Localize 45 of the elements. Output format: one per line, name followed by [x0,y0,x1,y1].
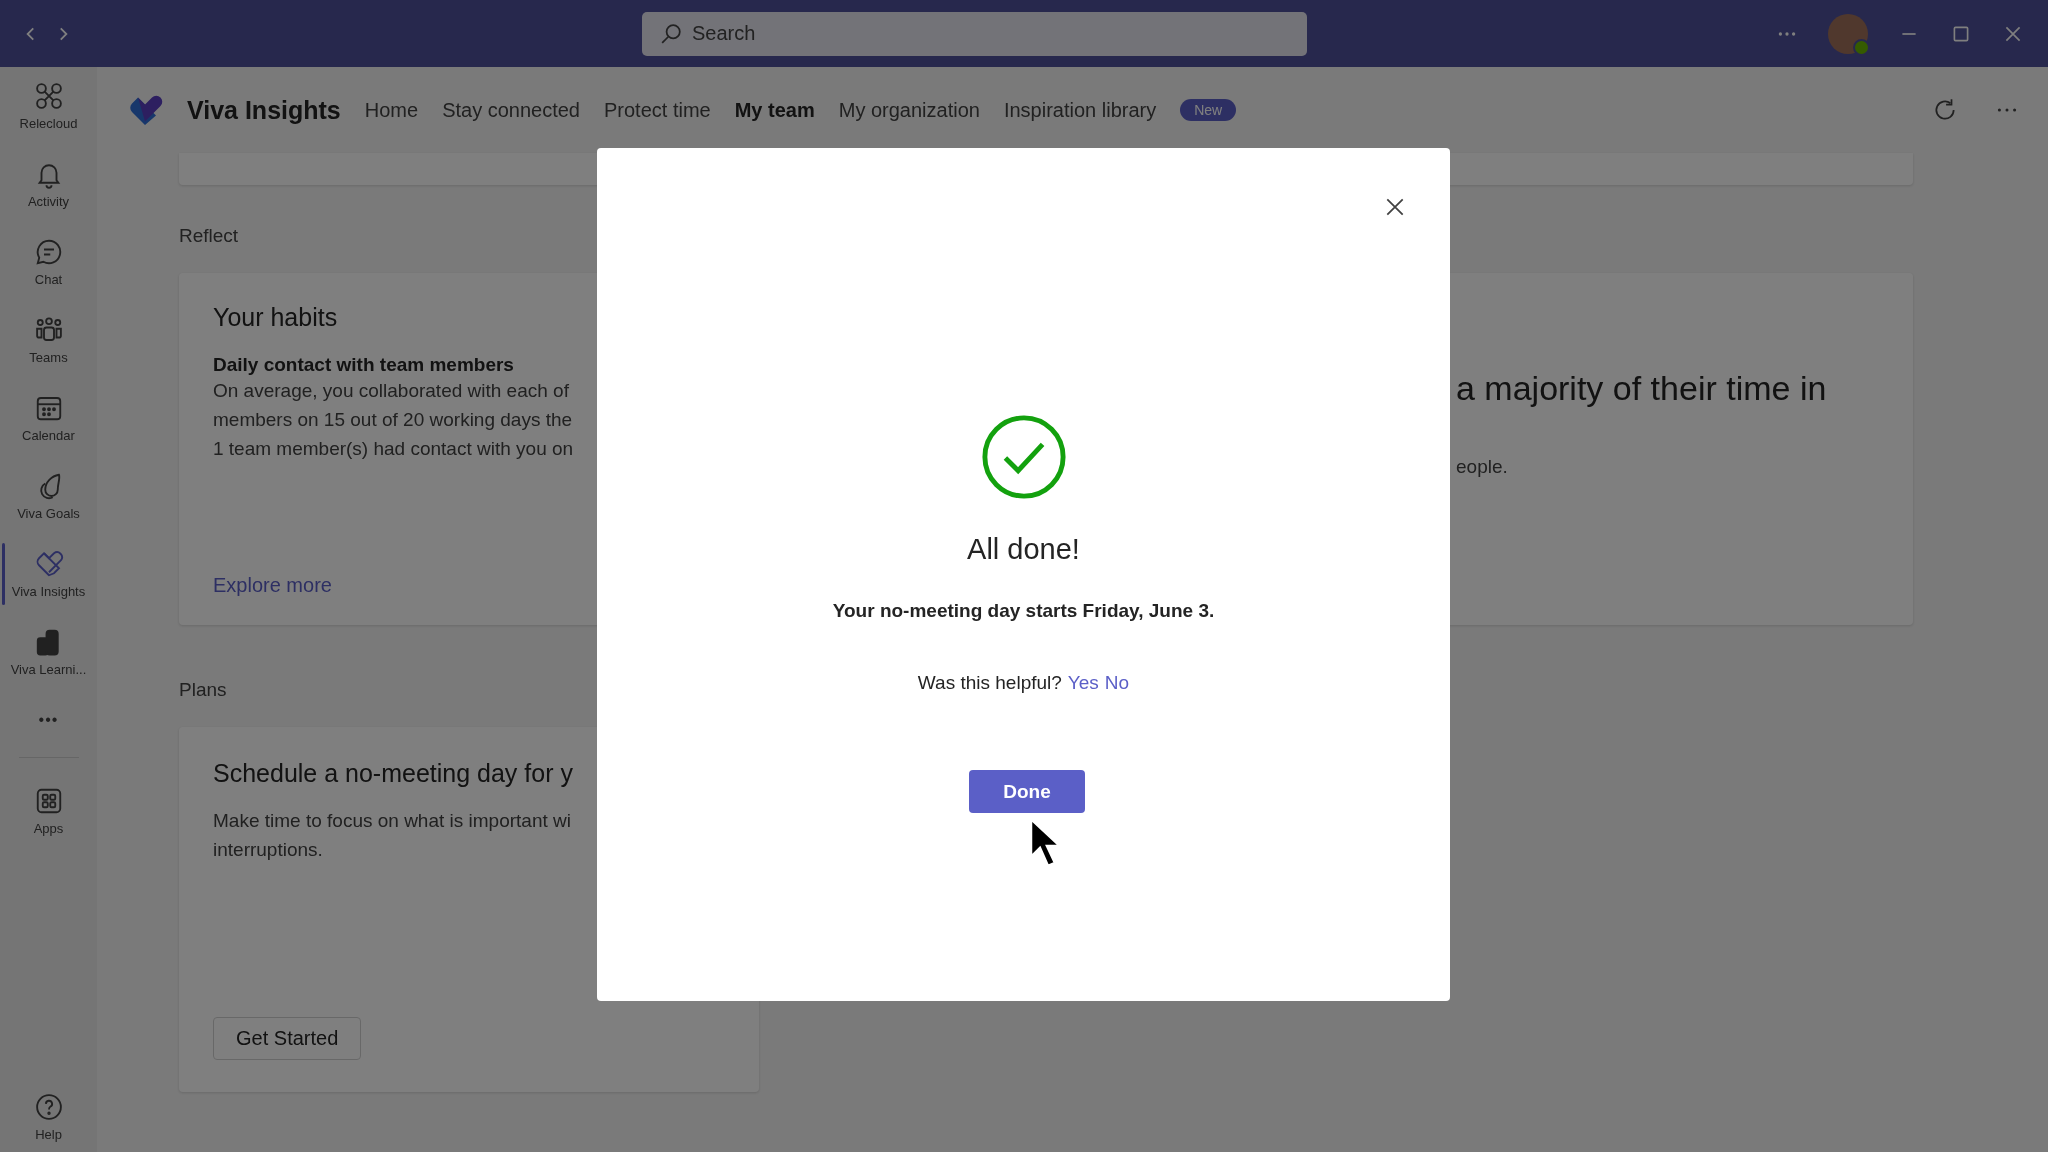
dialog-title: All done! [967,533,1080,566]
card-subtitle: Daily contact with team members [213,354,515,376]
card-text: eople. [1456,456,1509,478]
feedback-link[interactable]: Yes [1067,672,1099,694]
apps-button[interactable]: Apps [0,786,97,836]
app-title: Viva Insights [187,95,341,125]
search-icon [660,22,682,45]
rail-item[interactable]: Viva Goals [0,471,97,521]
close-icon[interactable] [1384,196,1406,218]
nav-tab[interactable]: Protect time [604,98,711,122]
card-text: members on 15 out of 20 working days the [213,408,574,432]
rail-item[interactable]: Viva Learni... [0,627,97,677]
check-circle-icon [979,413,1068,501]
nav-tab[interactable]: Stay connected [442,98,580,122]
new-badge: New [1180,99,1237,121]
feedback-link[interactable]: No [1104,672,1130,694]
card-text: interruptions. [213,838,324,862]
card-text: On average, you collaborated with each of [213,379,570,403]
card-title: Your habits [213,303,339,332]
nav-tab[interactable]: Inspiration library [1003,98,1157,122]
rail-item[interactable]: Relecloud [0,81,97,131]
rail-item[interactable]: Chat [0,237,97,287]
section-heading: Plans [179,679,227,701]
help-button[interactable]: Help [0,1092,97,1142]
done-button[interactable]: Done [969,770,1085,813]
card-text: 1 team member(s) had contact with you on [213,437,575,461]
dialog-message: Your no-meeting day starts Friday, June 3. [832,600,1215,622]
more-apps-button[interactable]: ••• [38,711,59,729]
explore-more-link[interactable]: Explore more [213,574,332,597]
nav-tab[interactable]: My team [734,98,815,122]
rail-item[interactable]: Activity [0,159,97,209]
nav-tab[interactable]: Home [364,98,419,122]
search-field[interactable]: Search [642,11,1307,56]
section-heading: Reflect [179,225,239,247]
feedback-question: Was this helpful? [917,672,1062,694]
chat-icon [33,237,64,267]
help-icon [33,1092,64,1122]
card-title: a majority of their time in [1456,369,1828,408]
status-icon [1853,38,1870,56]
nav-tab[interactable]: My organization [838,98,980,122]
card-title: Schedule a no-meeting day for y [213,759,574,788]
rail-item[interactable]: Calendar [0,393,97,443]
get-started-button[interactable]: Get Started [213,1017,362,1060]
rail-item[interactable]: Teams [0,315,97,365]
card-text: Make time to focus on what is important wi [213,809,572,833]
